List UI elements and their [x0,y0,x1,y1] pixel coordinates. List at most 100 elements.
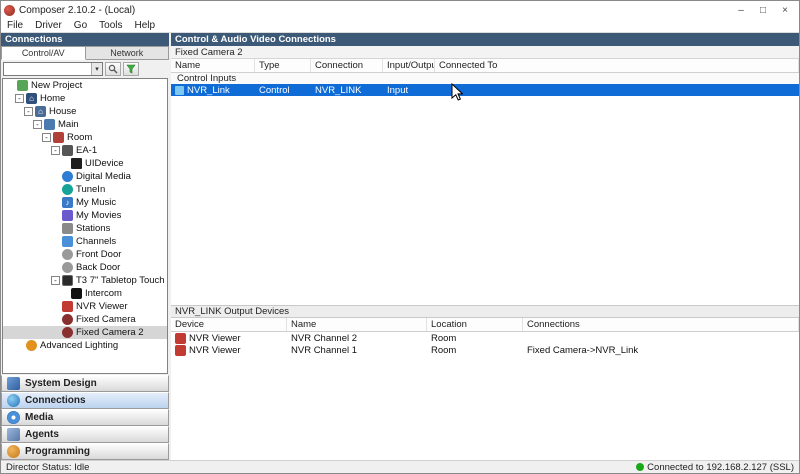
nav-item-programming[interactable]: Programming [1,443,169,460]
tree-item-nvr-viewer[interactable]: NVR Viewer [3,300,167,313]
tree-item-fixed-camera-2[interactable]: Fixed Camera 2 [3,326,167,339]
connection-status-text: Connected to 192.168.2.127 (SSL) [647,462,794,473]
tree-item-main[interactable]: - Main [3,118,167,131]
group-row-control-inputs: Control Inputs [171,73,799,84]
title-bar: Composer 2.10.2 - (Local) – □ × [1,1,799,19]
cell-device: NVR Viewer [171,332,287,344]
main-icon [44,119,55,130]
tree-item-room[interactable]: -Room [3,131,167,144]
tree-item-ea-1[interactable]: -EA-1 [3,144,167,157]
tree-item-label: UIDevice [85,158,124,169]
expander-icon [51,198,60,207]
nvr-icon [62,301,73,312]
cell-name: NVR_Link [171,84,255,96]
cell-connections: Fixed Camera->NVR_Link [523,344,799,356]
nvr-viewer-icon [175,345,186,356]
cell-name: NVR Channel 2 [287,332,427,344]
filter-combo: ▾ [3,62,103,76]
find-button[interactable] [105,62,121,76]
home-icon [26,93,37,104]
main-content: Connections Control/AVNetwork ▾ New Proj… [1,33,799,460]
expander-icon[interactable]: - [51,276,60,285]
close-button[interactable]: × [774,2,796,18]
connections-icon [7,394,20,407]
uidevice-icon [71,158,82,169]
tree-item-channels[interactable]: Channels [3,235,167,248]
expander-icon[interactable]: - [51,146,60,155]
tree-item-label: Main [58,119,79,130]
tree-item-label: New Project [31,80,82,91]
output-row-nvr-channel-2[interactable]: NVR Viewer NVR Channel 2Room [171,332,799,344]
director-status: Director Status: Idle [6,462,89,473]
filter-button[interactable] [123,62,139,76]
expander-icon[interactable]: - [33,120,42,129]
tree-item-house[interactable]: -House [3,105,167,118]
column-header-name: Name [287,318,427,331]
my-movies-icon [62,210,73,221]
tree-item-front-door[interactable]: Front Door [3,248,167,261]
tab-control-av[interactable]: Control/AV [1,46,86,60]
expander-icon [51,237,60,246]
tree-item-label: Back Door [76,262,120,273]
nav-item-label: Programming [25,446,90,457]
tree-item-uidevice[interactable]: UIDevice [3,157,167,170]
cell-location: Room [427,332,523,344]
tree-item-new-project[interactable]: New Project [3,79,167,92]
tree-item-intercom[interactable]: Intercom [3,287,167,300]
nav-item-connections[interactable]: Connections [1,392,169,409]
tree-item-t3-7-tabletop-touch-screen[interactable]: - T3 7" Tabletop Touch Screen [3,274,167,287]
tree-item-label: Intercom [85,288,122,299]
menu-bar: FileDriverGoToolsHelp [1,19,799,33]
tree-item-fixed-camera[interactable]: Fixed Camera [3,313,167,326]
connections-table-empty-area [171,96,799,305]
menu-tools[interactable]: Tools [93,20,128,31]
output-table-header: DeviceNameLocationConnections [171,318,799,332]
cell-connected-to [435,84,799,96]
tree-item-advanced-lighting[interactable]: Advanced Lighting [3,339,167,352]
tree-item-back-door[interactable]: Back Door [3,261,167,274]
connection-row-nvr-link[interactable]: NVR_LinkControlNVR_LINKInput [171,84,799,96]
tree-item-label: Fixed Camera 2 [76,327,144,338]
menu-file[interactable]: File [1,20,29,31]
camera-icon [62,314,73,325]
house-icon [35,106,46,117]
expander-icon [51,302,60,311]
chevron-down-icon[interactable]: ▾ [91,63,102,75]
intercom-icon [71,288,82,299]
nav-item-agents[interactable]: Agents [1,426,169,443]
connections-pane: Connections Control/AVNetwork ▾ New Proj… [1,33,169,460]
media-icon [7,411,20,424]
maximize-button[interactable]: □ [752,2,774,18]
tree-item-my-music[interactable]: My Music [3,196,167,209]
selected-device-label: Fixed Camera 2 [171,46,799,59]
tree-item-label: Fixed Camera [76,314,136,325]
connections-table-header: NameTypeConnectionInput/OutputConnected … [171,59,799,73]
device-name: NVR Viewer [189,333,241,344]
tree-item-home[interactable]: -Home [3,92,167,105]
menu-help[interactable]: Help [129,20,162,31]
tree-item-tunein[interactable]: TuneIn [3,183,167,196]
minimize-button[interactable]: – [730,2,752,18]
agents-icon [7,428,20,441]
tree-item-my-movies[interactable]: My Movies [3,209,167,222]
expander-icon[interactable]: - [24,107,33,116]
nav-item-media[interactable]: Media [1,409,169,426]
tree-item-stations[interactable]: Stations [3,222,167,235]
tree-item-digital-media[interactable]: Digital Media [3,170,167,183]
column-header-input-output: Input/Output [383,59,435,72]
filter-combo-input[interactable] [4,63,91,75]
output-devices-header: NVR_LINK Output Devices [171,305,799,318]
tree-item-label: T3 7" Tabletop Touch Screen [76,275,167,286]
nav-item-label: System Design [25,378,97,389]
tab-network[interactable]: Network [86,46,170,60]
output-row-nvr-channel-1[interactable]: NVR ViewerNVR Channel 1RoomFixed Camera-… [171,344,799,356]
programming-icon [7,445,20,458]
menu-go[interactable]: Go [68,20,93,31]
output-table-empty-area [171,356,799,460]
expander-icon[interactable]: - [42,133,51,142]
connections-table-body: Control InputsNVR_LinkControlNVR_LINKInp… [171,73,799,96]
menu-driver[interactable]: Driver [29,20,68,31]
nav-item-system-design[interactable]: System Design [1,375,169,392]
filter-icon [126,64,136,74]
expander-icon[interactable]: - [15,94,24,103]
